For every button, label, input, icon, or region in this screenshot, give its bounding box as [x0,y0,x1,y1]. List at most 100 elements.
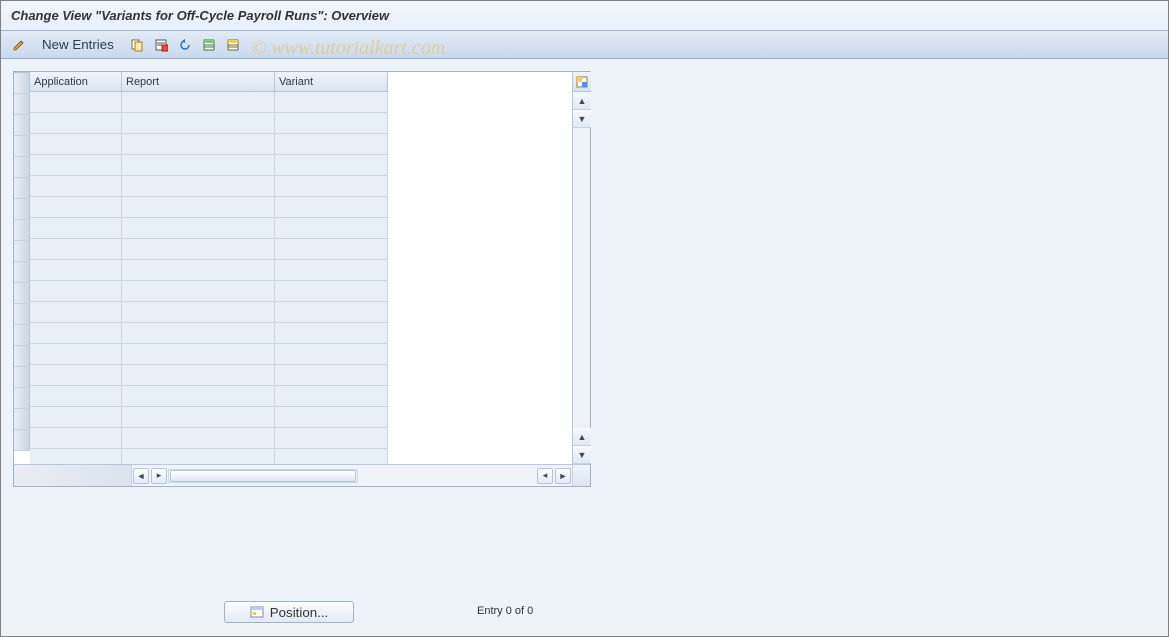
table-settings-icon[interactable] [573,72,591,92]
cell-var[interactable] [275,365,388,386]
cell-var[interactable] [275,386,388,407]
cell-rep[interactable] [122,407,275,428]
table-row [30,134,590,155]
row-selector[interactable] [14,409,30,430]
table-row [30,323,590,344]
row-selector[interactable] [14,115,30,136]
v-scroll-track[interactable] [573,128,590,428]
deselect-all-icon[interactable] [223,35,243,55]
cell-var[interactable] [275,428,388,449]
cell-rep[interactable] [122,323,275,344]
cell-var[interactable] [275,113,388,134]
row-selector[interactable] [14,136,30,157]
cell-var[interactable] [275,323,388,344]
row-selector[interactable] [14,430,30,451]
row-selector[interactable] [14,367,30,388]
row-selector[interactable] [14,157,30,178]
row-selector[interactable] [14,73,30,94]
cell-var[interactable] [275,239,388,260]
cell-rep[interactable] [122,134,275,155]
cell-app[interactable] [30,113,122,134]
cell-rep[interactable] [122,176,275,197]
cell-app[interactable] [30,281,122,302]
cell-app[interactable] [30,197,122,218]
cell-var[interactable] [275,155,388,176]
row-selector[interactable] [14,178,30,199]
change-mode-icon[interactable] [9,35,29,55]
cell-rep[interactable] [122,365,275,386]
select-all-icon[interactable] [199,35,219,55]
table-row [30,386,590,407]
cell-var[interactable] [275,92,388,113]
row-selector[interactable] [14,346,30,367]
row-selector[interactable] [14,262,30,283]
cell-var[interactable] [275,407,388,428]
cell-app[interactable] [30,92,122,113]
cell-app[interactable] [30,134,122,155]
scroll-page-up-icon[interactable]: ▼ [573,110,591,128]
table-row [30,113,590,134]
table-row [30,197,590,218]
delete-icon[interactable] [151,35,171,55]
cell-var[interactable] [275,197,388,218]
row-selector[interactable] [14,241,30,262]
cell-app[interactable] [30,428,122,449]
undo-icon[interactable] [175,35,195,55]
cell-var[interactable] [275,281,388,302]
row-selector[interactable] [14,220,30,241]
row-selector[interactable] [14,283,30,304]
cell-app[interactable] [30,407,122,428]
cell-app[interactable] [30,239,122,260]
col-header-variant[interactable]: Variant [275,72,388,92]
table-row [30,260,590,281]
cell-app[interactable] [30,176,122,197]
new-entries-button[interactable]: New Entries [33,35,123,55]
cell-app[interactable] [30,323,122,344]
cell-app[interactable] [30,302,122,323]
scroll-down-icon[interactable]: ▼ [573,446,591,464]
cell-rep[interactable] [122,155,275,176]
cell-rep[interactable] [122,386,275,407]
cell-app[interactable] [30,386,122,407]
cell-app[interactable] [30,218,122,239]
cell-rep[interactable] [122,344,275,365]
cell-rep[interactable] [122,281,275,302]
cell-app[interactable] [30,365,122,386]
cell-var[interactable] [275,260,388,281]
cell-var[interactable] [275,218,388,239]
cell-app[interactable] [30,260,122,281]
position-button[interactable]: Position... [224,601,354,623]
h-scroll-first-icon[interactable]: ◄ [133,468,149,484]
cell-rep[interactable] [122,197,275,218]
cell-rep[interactable] [122,428,275,449]
scroll-page-down-icon[interactable]: ▲ [573,428,591,446]
table-row [30,428,590,449]
title-bar: Change View "Variants for Off-Cycle Payr… [1,1,1168,31]
h-scroll-track[interactable] [168,469,358,483]
copy-icon[interactable] [127,35,147,55]
h-scroll-right-icon[interactable]: ◂ [537,468,553,484]
row-selector[interactable] [14,199,30,220]
cell-rep[interactable] [122,92,275,113]
col-header-application[interactable]: Application [30,72,122,92]
cell-var[interactable] [275,176,388,197]
row-selector[interactable] [14,304,30,325]
cell-var[interactable] [275,344,388,365]
col-header-report[interactable]: Report [122,72,275,92]
scroll-up-icon[interactable]: ▲ [573,92,591,110]
cell-app[interactable] [30,155,122,176]
row-selector[interactable] [14,325,30,346]
cell-app[interactable] [30,344,122,365]
h-scroll-thumb[interactable] [170,470,356,482]
row-selector[interactable] [14,388,30,409]
cell-rep[interactable] [122,218,275,239]
cell-var[interactable] [275,302,388,323]
cell-rep[interactable] [122,113,275,134]
h-scroll-left-icon[interactable]: ▸ [151,468,167,484]
cell-rep[interactable] [122,260,275,281]
cell-rep[interactable] [122,239,275,260]
cell-var[interactable] [275,134,388,155]
row-selector[interactable] [14,94,30,115]
cell-rep[interactable] [122,302,275,323]
h-scroll-last-icon[interactable]: ► [555,468,571,484]
